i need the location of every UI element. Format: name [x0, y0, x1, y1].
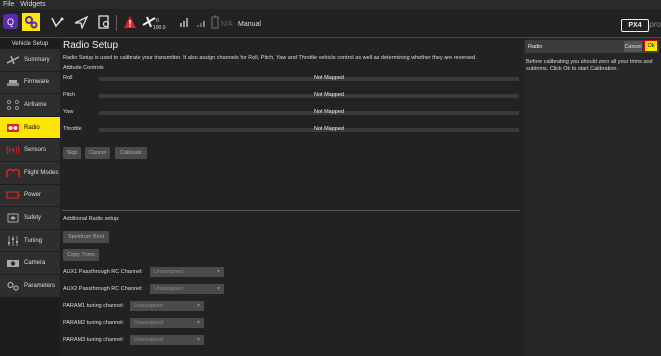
menu-file[interactable]: File — [0, 1, 17, 8]
dialog-message: Before calibrating you should zero all y… — [526, 59, 653, 72]
param1-label: PARAM1 tuning channel: — [63, 303, 125, 309]
channel-value-roll: Not Mapped — [314, 75, 344, 81]
channel-label-pitch: Pitch — [63, 92, 76, 98]
sidebar-item-label: Radio — [24, 124, 40, 131]
sliders-icon — [5, 235, 21, 246]
sidebar-item-label: Parameters — [24, 282, 56, 289]
dialog-header: Radio Cancel Ok — [525, 40, 659, 53]
calibrate-button[interactable]: Calibrate — [115, 147, 147, 159]
sidebar-item-label: Safety — [24, 214, 42, 221]
px4-pro-text: pro — [649, 20, 661, 29]
battery-value: 0 — [156, 18, 159, 24]
flight-mode[interactable]: Manual — [238, 21, 261, 28]
param2-label: PARAM2 tuning channel: — [63, 320, 125, 326]
dialog-title: Radio — [528, 44, 543, 50]
camera-icon — [5, 258, 21, 268]
analyze-document-icon[interactable] — [95, 13, 113, 31]
param2-value: Unassigned — [134, 320, 164, 326]
airframe-icon — [5, 100, 21, 110]
sidebar-item-camera[interactable]: Camera — [0, 252, 60, 274]
vehicle-setup-gears-icon[interactable] — [22, 13, 40, 31]
sidebar-item-radio[interactable]: Radio — [0, 116, 60, 139]
aux2-combobox[interactable]: Unassigned ▼ — [150, 284, 224, 294]
aux1-combobox[interactable]: Unassigned ▼ — [150, 267, 224, 277]
spektrum-bind-button[interactable]: Spektrum Bind — [63, 231, 109, 243]
page-description: Radio Setup is used to calibrate your tr… — [63, 55, 477, 61]
sidebar-item-label: Airframe — [24, 101, 47, 108]
sidebar-item-label: Sensors — [24, 147, 47, 154]
menu-widgets[interactable]: Widgets — [17, 1, 48, 8]
sidebar-item-tuning[interactable]: Tuning — [0, 229, 60, 252]
sidebar-item-sensors[interactable]: Sensors — [0, 139, 60, 161]
plan-waypoint-icon[interactable] — [48, 13, 66, 31]
px4-logo: PX4 — [621, 19, 649, 32]
channel-label-throttle: Throttle — [63, 126, 82, 132]
sidebar-item-label: Power — [24, 192, 42, 199]
sidebar-item-firmware[interactable]: Firmware — [0, 71, 60, 94]
sidebar-item-airframe[interactable]: Airframe — [0, 94, 60, 116]
chevron-down-icon: ▼ — [196, 303, 201, 309]
sidebar-item-label: Firmware — [24, 79, 49, 86]
channel-label-yaw: Yaw — [63, 109, 74, 115]
aux2-value: Unassigned — [154, 286, 184, 292]
toolbar: Q 0 100.0 N/A Manual PX4 pro — [0, 9, 661, 38]
additional-radio-heading: Additional Radio setup: — [63, 216, 120, 222]
battery-icon — [5, 190, 21, 200]
warning-icon[interactable] — [121, 13, 139, 31]
sidebar-item-parameters[interactable]: Parameters — [0, 274, 60, 297]
aux1-label: AUX1 Passthrough RC Channel: — [63, 269, 143, 275]
gps-status: N/A — [221, 21, 233, 28]
dialog-ok-button[interactable]: Ok — [644, 40, 658, 52]
channel-value-throttle: Not Mapped — [314, 126, 344, 132]
page-title: Radio Setup — [63, 40, 119, 51]
sidebar-item-label: Camera — [24, 260, 46, 267]
aux1-value: Unassigned — [154, 269, 184, 275]
chevron-down-icon: ▼ — [196, 337, 201, 343]
sidebar-item-label: Summary — [24, 56, 50, 63]
channel-label-roll: Roll — [63, 75, 73, 81]
radio-dialog-panel: Radio Cancel Ok Before calibrating you s… — [523, 38, 661, 356]
plane-icon — [5, 55, 21, 65]
cancel-button[interactable]: Cancel — [85, 147, 110, 159]
sidebar-item-label: Tuning — [24, 237, 43, 244]
flight-modes-icon — [5, 168, 21, 178]
channel-value-yaw: Not Mapped — [314, 109, 344, 115]
chevron-down-icon: ▼ — [216, 286, 221, 292]
section-divider — [62, 210, 520, 211]
chevron-down-icon: ▼ — [216, 269, 221, 275]
battery-sub: 100.0 — [153, 25, 166, 31]
menubar: File Widgets — [0, 0, 661, 9]
param2-combobox[interactable]: Unassigned ▼ — [130, 318, 204, 328]
sidebar-item-label: Flight Modes — [24, 169, 59, 176]
qgc-logo-icon[interactable]: Q — [3, 14, 18, 29]
sidebar-item-safety[interactable]: Safety — [0, 207, 60, 229]
chevron-down-icon: ▼ — [196, 320, 201, 326]
param3-label: PARAM3 tuning channel: — [63, 337, 125, 343]
sidebar-item-summary[interactable]: Summary — [0, 49, 60, 71]
param1-combobox[interactable]: Unassigned ▼ — [130, 301, 204, 311]
sidebar-item-flight-modes[interactable]: Flight Modes — [0, 161, 60, 184]
param3-value: Unassigned — [134, 337, 164, 343]
param3-combobox[interactable]: Unassigned ▼ — [130, 335, 204, 345]
sidebar-header: Vehicle Setup — [11, 40, 49, 47]
fly-send-icon[interactable] — [72, 13, 90, 31]
channel-value-pitch: Not Mapped — [314, 92, 344, 98]
param1-value: Unassigned — [134, 303, 164, 309]
copy-trims-button[interactable]: Copy Trims — [63, 249, 99, 261]
attitude-controls-heading: Attitude Controls — [63, 65, 104, 71]
sensors-icon — [5, 145, 21, 155]
radio-icon — [5, 123, 21, 133]
firmware-icon — [5, 77, 21, 87]
sidebar-item-power[interactable]: Power — [0, 184, 60, 207]
vehicle-setup-sidebar: Vehicle Setup Summary Firmware Airframe … — [0, 38, 60, 356]
dialog-cancel-button[interactable]: Cancel — [624, 41, 642, 52]
skip-button[interactable]: Skip — [63, 147, 81, 159]
aux2-label: AUX2 Passthrough RC Channel: — [63, 286, 143, 292]
gears-icon — [5, 281, 21, 291]
radio-setup-panel: Radio Setup Radio Setup is used to calib… — [60, 38, 523, 356]
safety-icon — [5, 213, 21, 223]
